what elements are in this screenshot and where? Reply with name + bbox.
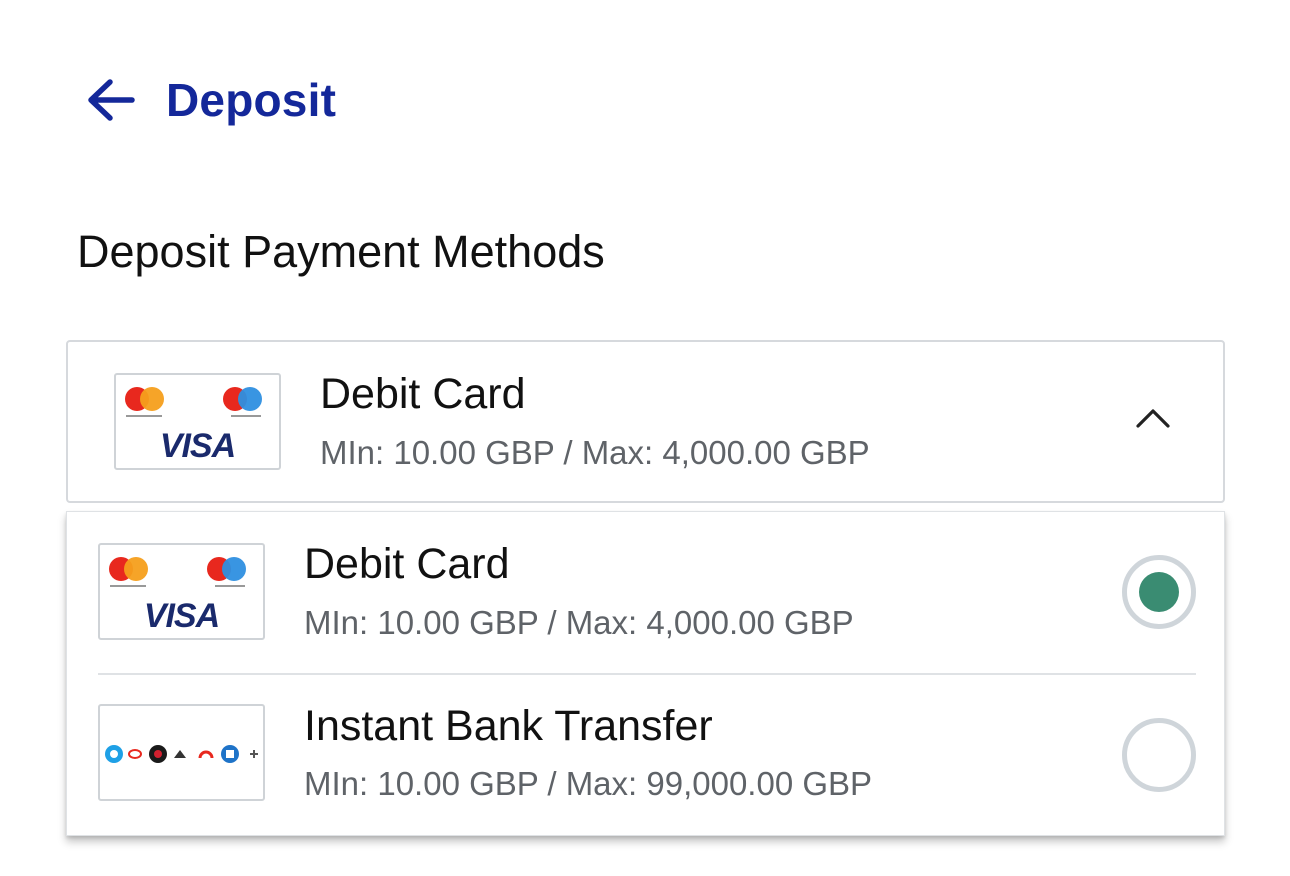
option-instant-bank-transfer[interactable]: Instant Bank Transfer MIn: 10.00 GBP / M… xyxy=(67,675,1226,835)
page-title: Deposit xyxy=(166,74,337,126)
payment-method-dropdown: VISA Debit Card MIn: 10.00 GBP / Max: 4,… xyxy=(66,511,1225,836)
radio-button-unselected[interactable] xyxy=(1122,718,1196,792)
option-name: Instant Bank Transfer xyxy=(304,702,713,750)
option-debit-card[interactable]: VISA Debit Card MIn: 10.00 GBP / Max: 4,… xyxy=(67,512,1226,672)
option-name: Debit Card xyxy=(304,540,510,588)
page-header: Deposit xyxy=(86,70,336,130)
section-title: Deposit Payment Methods xyxy=(77,226,605,277)
visa-logo: VISA xyxy=(143,597,220,635)
visa-logo: VISA xyxy=(159,427,236,465)
selected-method-name: Debit Card xyxy=(320,370,526,418)
chevron-up-icon xyxy=(1136,409,1170,428)
arrow-left-icon xyxy=(88,79,135,121)
option-limits: MIn: 10.00 GBP / Max: 4,000.00 GBP xyxy=(304,604,854,641)
card-logo: VISA xyxy=(98,543,265,640)
collapse-button[interactable] xyxy=(1128,398,1178,438)
payment-method-selector[interactable]: VISA Debit Card MIn: 10.00 GBP / Max: 4,… xyxy=(66,340,1225,503)
option-limits: MIn: 10.00 GBP / Max: 99,000.00 GBP xyxy=(304,765,873,802)
selected-method-limits: MIn: 10.00 GBP / Max: 4,000.00 GBP xyxy=(320,434,870,471)
card-logo: VISA xyxy=(114,373,281,470)
radio-button-selected[interactable] xyxy=(1122,555,1196,629)
radio-dot xyxy=(1139,572,1179,612)
bank-icons xyxy=(105,745,258,763)
back-button[interactable] xyxy=(86,74,138,126)
bank-logos xyxy=(98,704,265,801)
